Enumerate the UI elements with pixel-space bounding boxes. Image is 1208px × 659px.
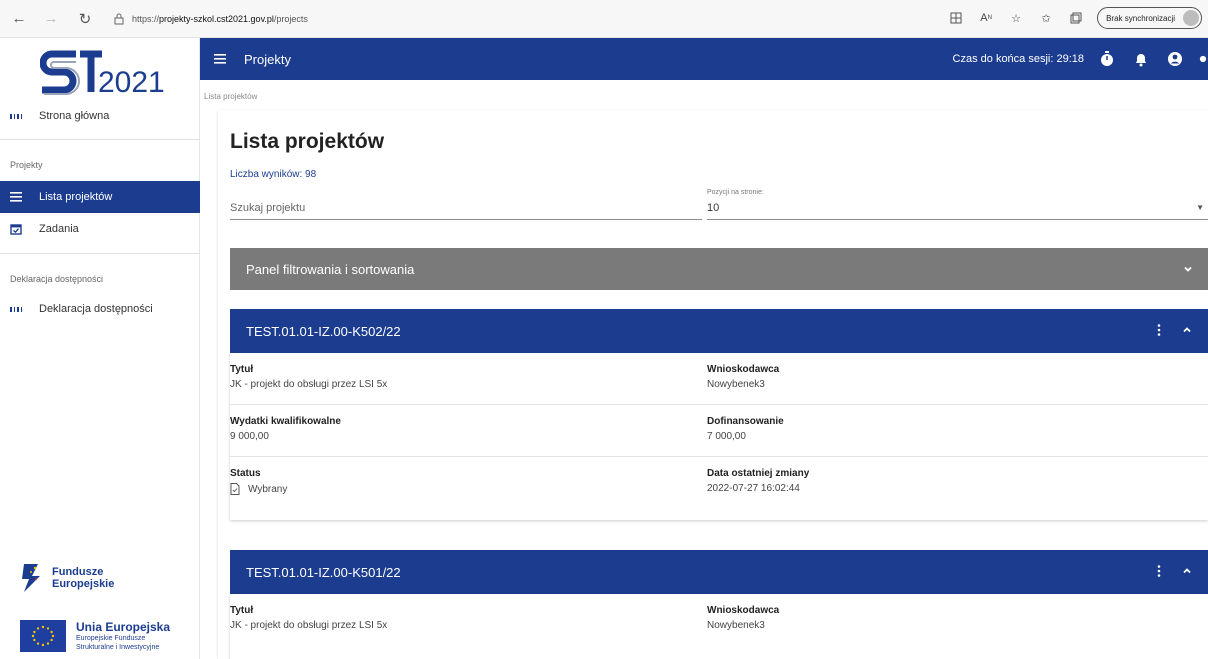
sidebar-item-accessibility[interactable]: Deklaracja dostępności (0, 293, 200, 325)
more-vertical-icon[interactable] (1152, 323, 1166, 337)
grid-view-icon[interactable] (947, 9, 965, 27)
project-row: Status Wybrany Data ostatniej zmiany 202… (230, 457, 1208, 520)
breadcrumb[interactable]: Lista projektów (204, 92, 257, 101)
fe-emblem-icon (22, 564, 40, 592)
sync-button[interactable]: Brak synchronizacji (1097, 7, 1202, 29)
logo-year: 2021 (98, 66, 165, 98)
url-prefix: https:// (132, 13, 160, 24)
applicant-value: Nowybenek3 (707, 620, 765, 631)
fundusze-europejskie-logo: Fundusze Europejskie (20, 558, 200, 598)
sidebar: 2021 Strona główna Projekty Lista projek… (0, 38, 200, 659)
collections-icon[interactable] (1067, 9, 1085, 27)
field-label: Wnioskodawca (707, 605, 780, 616)
chevron-up-icon[interactable] (1180, 323, 1194, 337)
profile-avatar (1183, 10, 1199, 26)
app-title: Projekty (244, 51, 291, 67)
forward-arrow-icon[interactable]: → (40, 8, 62, 30)
field-label: Wydatki kwalifikowalne (230, 416, 341, 427)
app-bar: Projekty Czas do końca sesji: 29:18 (200, 38, 1208, 80)
per-page-select[interactable]: Pozycji na stronie: 10 ▼ (707, 189, 1208, 220)
dashboard-icon (10, 303, 22, 315)
url-host: projekty-szkol.cst2021.gov.pl (159, 13, 274, 24)
lock-icon (112, 12, 126, 26)
sidebar-item-label: Zadania (39, 223, 79, 235)
project-row: Wydatki kwalifikowalne 9 000,00 Dofinans… (230, 405, 1208, 457)
section-heading-accessibility: Deklaracja dostępności (10, 274, 104, 284)
per-page-value: 10 (707, 202, 720, 214)
status-value: Wybrany (230, 483, 287, 495)
sidebar-item-label: Lista projektów (39, 191, 113, 203)
url-path: /projects (273, 13, 308, 24)
unia-europejska-logo: Unia Europejska Europejskie Fundusze Str… (20, 616, 200, 656)
eu-flag-icon (20, 620, 66, 652)
field-label: Dofinansowanie (707, 416, 784, 427)
more-vertical-icon[interactable] (1152, 564, 1166, 578)
field-label: Tytuł (230, 605, 254, 616)
applicant-value: Nowybenek3 (707, 379, 765, 390)
page-title: Lista projektów (230, 130, 385, 153)
field-label: Tytuł (230, 364, 254, 375)
search-field[interactable] (230, 196, 702, 220)
session-timer: Czas do końca sesji: 29:18 (952, 53, 1084, 65)
filter-panel-title: Panel filtrowania i sortowania (246, 261, 415, 277)
status-text: Wybrany (248, 483, 288, 495)
divider (0, 253, 200, 254)
list-icon (10, 191, 22, 203)
dropdown-caret-icon: ▼ (1196, 203, 1204, 212)
reload-icon[interactable]: ↻ (74, 8, 96, 30)
project-card-header[interactable]: TEST.01.01-IZ.00-K501/22 (230, 550, 1208, 594)
notification-bell-icon[interactable] (1130, 48, 1152, 70)
fe-line-2: Europejskie (52, 578, 115, 590)
settings-gear-icon[interactable] (1198, 48, 1208, 70)
project-title-value: JK - projekt do obsługi przez LSI 5x (230, 620, 388, 631)
sync-label: Brak synchronizacji (1106, 13, 1175, 23)
cst2021-logo: 2021 (39, 46, 170, 99)
project-row: Tytuł JK - projekt do obsługi przez LSI … (230, 594, 1208, 646)
ue-subtitle-2: Strukturalne i Inwestycyjne (76, 644, 160, 651)
project-title-value: JK - projekt do obsługi przez LSI 5x (230, 379, 388, 390)
per-page-label: Pozycji na stronie: (707, 189, 764, 196)
account-circle-icon[interactable] (1164, 48, 1186, 70)
sidebar-item-project-list[interactable]: Lista projektów (0, 181, 200, 213)
address-bar[interactable]: https://projekty-szkol.cst2021.gov.pl/pr… (132, 14, 308, 24)
project-card-body: Tytuł JK - projekt do obsługi przez LSI … (230, 353, 1208, 520)
last-changed-value: 2022-07-27 16:02:44 (707, 483, 800, 494)
sidebar-item-label: Deklaracja dostępności (39, 303, 153, 315)
project-card-body: Tytuł JK - projekt do obsługi przez LSI … (230, 594, 1208, 659)
funding-value: 7 000,00 (707, 431, 746, 442)
fe-line-1: Fundusze (52, 566, 104, 578)
calendar-check-icon (10, 223, 22, 235)
ue-title: Unia Europejska (76, 620, 171, 634)
sidebar-item-home[interactable]: Strona główna (0, 100, 200, 132)
back-arrow-icon[interactable]: ← (8, 8, 30, 30)
chevron-down-icon[interactable] (1182, 262, 1194, 274)
sidebar-item-tasks[interactable]: Zadania (0, 213, 200, 245)
dashboard-icon (10, 110, 22, 122)
search-input[interactable] (230, 196, 702, 220)
field-label: Data ostatniej zmiany (707, 468, 810, 479)
expenses-value: 9 000,00 (230, 431, 269, 442)
browser-toolbar: ← → ↻ https://projekty-szkol.cst2021.gov… (0, 0, 1208, 38)
document-icon (230, 483, 240, 495)
results-count: Liczba wyników: 98 (230, 169, 317, 180)
project-id: TEST.01.01-IZ.00-K502/22 (246, 323, 401, 339)
favorites-list-icon[interactable]: ✩ (1037, 9, 1055, 27)
field-label: Status (230, 468, 261, 479)
stopwatch-icon[interactable] (1096, 48, 1118, 70)
chevron-up-icon[interactable] (1180, 564, 1194, 578)
project-row: Tytuł JK - projekt do obsługi przez LSI … (230, 353, 1208, 405)
read-aloud-icon[interactable]: AN (977, 9, 995, 27)
favorite-star-icon[interactable]: ☆ (1007, 9, 1025, 27)
field-label: Wnioskodawca (707, 364, 780, 375)
project-id: TEST.01.01-IZ.00-K501/22 (246, 564, 401, 580)
menu-icon[interactable] (212, 51, 228, 67)
filter-sort-panel[interactable]: Panel filtrowania i sortowania (230, 248, 1208, 290)
sidebar-item-label: Strona główna (39, 110, 110, 122)
project-card-header[interactable]: TEST.01.01-IZ.00-K502/22 (230, 309, 1208, 353)
section-heading-projects: Projekty (10, 160, 43, 170)
ue-subtitle-1: Europejskie Fundusze (76, 635, 146, 642)
divider (0, 139, 200, 140)
